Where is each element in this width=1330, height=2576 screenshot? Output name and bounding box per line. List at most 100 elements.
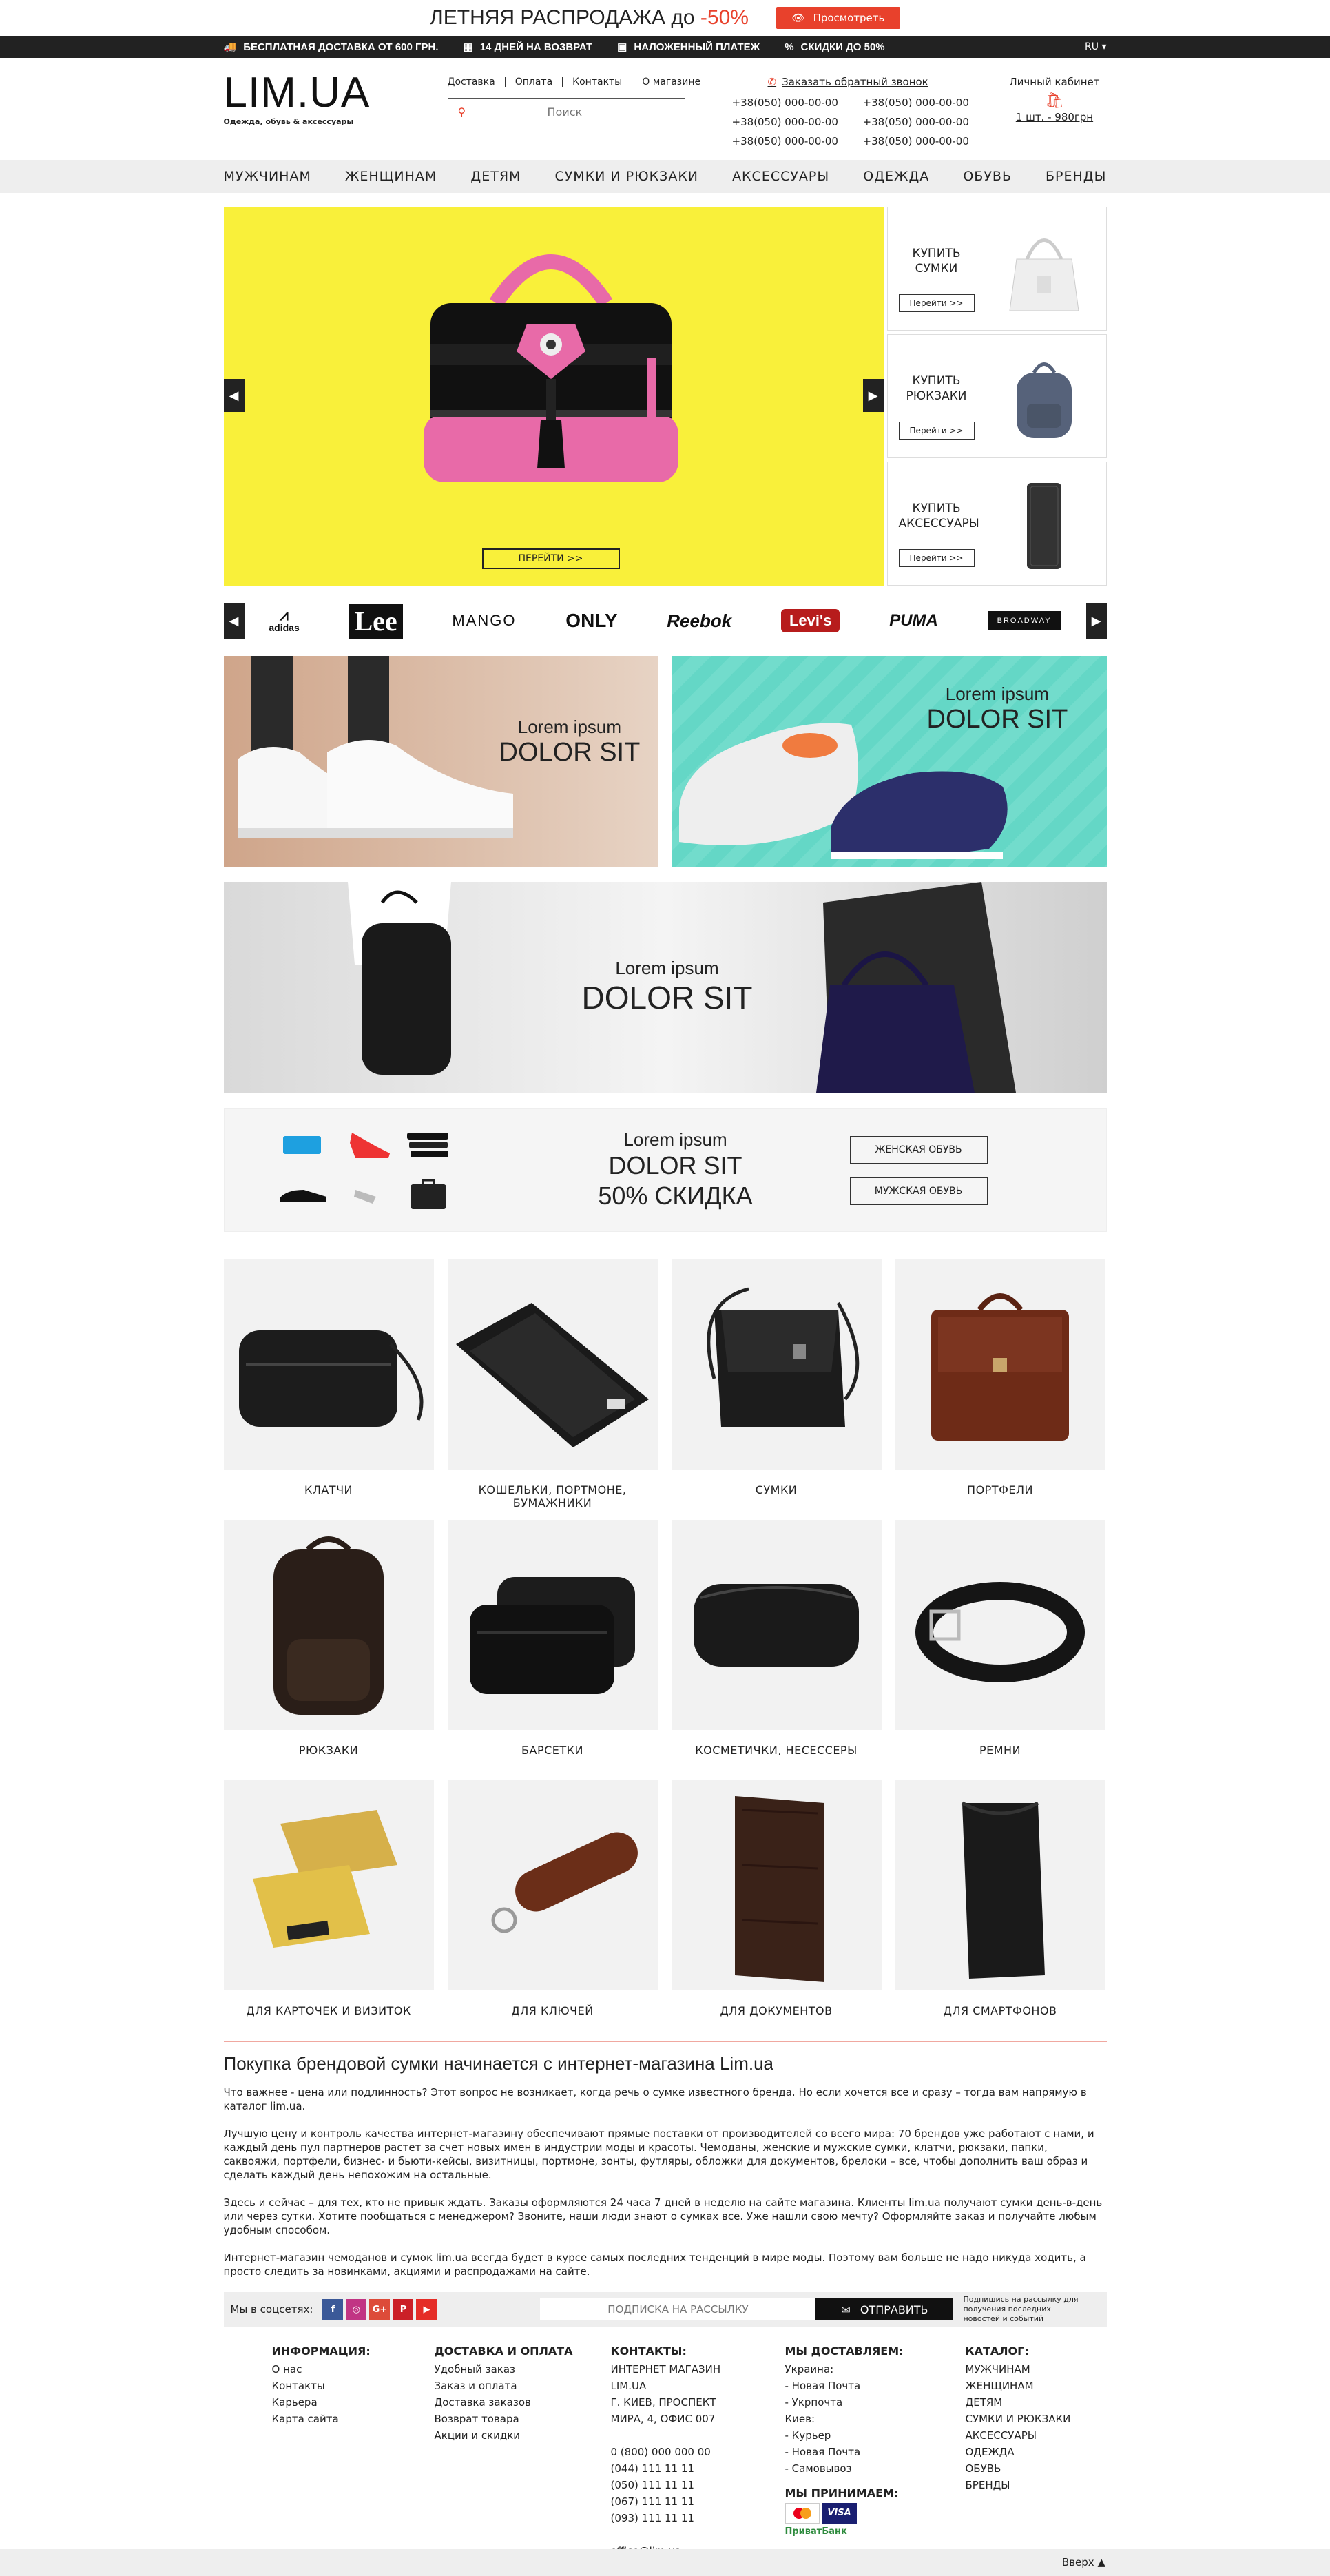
hero-go-button[interactable]: ПЕРЕЙТИ >>: [481, 548, 620, 569]
contact-phone[interactable]: 0 (800) 000 000 00: [611, 2444, 785, 2460]
hero-prev-arrow[interactable]: ◀: [223, 379, 245, 412]
brand-levis[interactable]: Levi's: [780, 609, 840, 632]
category-clutches[interactable]: КЛАТЧИ: [223, 1259, 434, 1520]
brands-next-arrow[interactable]: ▶: [1085, 603, 1107, 639]
category-purses[interactable]: БАРСЕТКИ: [447, 1520, 658, 1780]
footer-link[interactable]: ОДЕЖДА: [966, 2444, 1103, 2460]
nav-kids[interactable]: ДЕТЯМ: [470, 169, 521, 184]
phone-number[interactable]: +38(050) 000-00-00: [732, 116, 863, 128]
footer-link[interactable]: Акции и скидки: [435, 2427, 611, 2444]
footer-link[interactable]: СУМКИ И РЮКЗАКИ: [966, 2411, 1103, 2427]
nav-men[interactable]: МУЖЧИНАМ: [224, 169, 311, 184]
contact-phone[interactable]: (044) 111 11 11: [611, 2460, 785, 2477]
footer-link[interactable]: Удобный заказ: [435, 2361, 611, 2378]
men-shoes-button[interactable]: МУЖСКАЯ ОБУВЬ: [849, 1177, 988, 1205]
phone-number[interactable]: +38(050) 000-00-00: [863, 116, 994, 128]
hero-next-arrow[interactable]: ▶: [862, 379, 884, 412]
pinterest-icon[interactable]: P: [393, 2299, 414, 2320]
footer-link[interactable]: О нас: [272, 2361, 435, 2378]
brand-lee[interactable]: Lee: [349, 603, 403, 639]
info-item-return: ▦ 14 ДНЕЙ НА ВОЗВРАТ: [463, 41, 593, 54]
brand-adidas[interactable]: ⩘ adidas: [269, 608, 299, 634]
footer-link[interactable]: Доставка заказов: [435, 2394, 611, 2411]
footer-link[interactable]: ОБУВЬ: [966, 2460, 1103, 2477]
brand-broadway[interactable]: BROADWAY: [987, 611, 1061, 630]
promo-text: ЛЕТНЯЯ РАСПРОДАЖА до -50%: [430, 6, 749, 29]
phone-number[interactable]: +38(050) 000-00-00: [863, 135, 994, 147]
phone-number[interactable]: +38(050) 000-00-00: [732, 96, 863, 109]
phone-number[interactable]: +38(050) 000-00-00: [732, 135, 863, 147]
google-plus-icon[interactable]: G+: [369, 2299, 391, 2320]
newsletter-email-input[interactable]: [540, 2298, 816, 2320]
info-item-discount: % СКИДКИ ДО 50%: [785, 41, 885, 53]
search-icon[interactable]: ⚲: [458, 105, 466, 119]
ship-line: - Курьер: [785, 2429, 831, 2442]
language-select[interactable]: RU ▾: [1085, 41, 1106, 52]
footer-link[interactable]: Заказ и оплата: [435, 2378, 611, 2394]
nav-accessories[interactable]: АКСЕССУАРЫ: [732, 169, 829, 184]
brand-carousel: ◀ ⩘ adidas Lee MANGO ONLY Reebok Levi's P…: [223, 601, 1107, 641]
category-card-holders[interactable]: ДЛЯ КАРТОЧЕК И ВИЗИТОК: [223, 1780, 434, 2041]
callback-link[interactable]: ✆ Заказать обратный звонок: [768, 76, 928, 88]
nav-women[interactable]: ЖЕНЩИНАМ: [345, 169, 437, 184]
top-nav-contacts[interactable]: Контакты: [562, 77, 632, 87]
side-promo-accessories[interactable]: КУПИТЬ АКСЕССУАРЫ Перейти >>: [886, 462, 1107, 586]
footer-link[interactable]: БРЕНДЫ: [966, 2477, 1103, 2493]
women-shoes-button[interactable]: ЖЕНСКАЯ ОБУВЬ: [849, 1136, 988, 1164]
side-promo-backpacks[interactable]: КУПИТЬ РЮКЗАКИ Перейти >>: [886, 334, 1107, 458]
brand-only[interactable]: ONLY: [565, 610, 617, 632]
category-backpacks[interactable]: РЮКЗАКИ: [223, 1520, 434, 1780]
brand-mango[interactable]: MANGO: [452, 612, 516, 630]
footer-link[interactable]: Контакты: [272, 2378, 435, 2394]
banner-slipons[interactable]: Lorem ipsum DOLOR SIT: [672, 656, 1107, 867]
brand-reebok[interactable]: Reebok: [667, 610, 731, 632]
category-document-holders[interactable]: ДЛЯ ДОКУМЕНТОВ: [671, 1780, 882, 2041]
newsletter-send-button[interactable]: ✉ ОТПРАВИТЬ: [815, 2298, 954, 2320]
facebook-icon[interactable]: f: [322, 2299, 344, 2320]
contact-phone[interactable]: (050) 111 11 11: [611, 2477, 785, 2493]
account-link[interactable]: Личный кабинет: [1009, 76, 1099, 88]
footer-link[interactable]: Карта сайта: [272, 2411, 435, 2427]
category-briefcases[interactable]: ПОРТФЕЛИ: [895, 1259, 1105, 1520]
logo[interactable]: LIM.UA Одежда, обувь & аксессуары: [224, 72, 371, 127]
category-bags[interactable]: СУМКИ: [671, 1259, 882, 1520]
phone-number[interactable]: +38(050) 000-00-00: [863, 96, 994, 109]
side-promo-button[interactable]: Перейти >>: [898, 549, 975, 567]
search-input[interactable]: [466, 105, 664, 119]
side-promo-button[interactable]: Перейти >>: [898, 422, 975, 440]
nav-bags[interactable]: СУМКИ И РЮКЗАКИ: [554, 169, 698, 184]
nav-clothes[interactable]: ОДЕЖДА: [863, 169, 929, 184]
category-cosmetic-bags[interactable]: КОСМЕТИЧКИ, НЕСЕССЕРЫ: [671, 1520, 882, 1780]
nav-brands[interactable]: БРЕНДЫ: [1046, 169, 1106, 184]
side-promo-button[interactable]: Перейти >>: [898, 294, 975, 312]
brands-prev-arrow[interactable]: ◀: [223, 603, 245, 639]
side-promo-bags[interactable]: КУПИТЬ СУМКИ Перейти >>: [886, 207, 1107, 331]
footer-link[interactable]: ДЕТЯМ: [966, 2394, 1103, 2411]
category-belts[interactable]: РЕМНИ: [895, 1520, 1105, 1780]
hero-slide[interactable]: ПЕРЕЙТИ >>: [223, 207, 884, 586]
contact-phone[interactable]: (093) 111 11 11: [611, 2510, 785, 2526]
footer-link[interactable]: МУЖЧИНАМ: [966, 2361, 1103, 2378]
banner-sneakers[interactable]: Lorem ipsum DOLOR SIT: [223, 656, 658, 867]
category-wallets[interactable]: КОШЕЛЬКИ, ПОРТМОНЕ, БУМАЖНИКИ: [447, 1259, 658, 1520]
footer-heading: ДОСТАВКА И ОПЛАТА: [434, 2345, 573, 2358]
footer-link[interactable]: АКСЕССУАРЫ: [966, 2427, 1103, 2444]
contact-phone[interactable]: (067) 111 11 11: [611, 2493, 785, 2510]
top-nav-about[interactable]: О магазине: [632, 77, 710, 87]
cart-summary[interactable]: 1 шт. - 980грн: [1009, 111, 1099, 123]
category-phone-cases[interactable]: ДЛЯ СМАРТФОНОВ: [895, 1780, 1105, 2041]
category-key-holders[interactable]: ДЛЯ КЛЮЧЕЙ: [447, 1780, 658, 2041]
nav-shoes[interactable]: ОБУВЬ: [963, 169, 1012, 184]
scroll-top-button[interactable]: Вверх ▲: [1062, 2556, 1105, 2568]
footer-link[interactable]: Карьера: [272, 2394, 435, 2411]
instagram-icon[interactable]: ◎: [346, 2299, 367, 2320]
footer-link[interactable]: Возврат товара: [435, 2411, 611, 2427]
top-nav-payment[interactable]: Оплата: [504, 77, 562, 87]
youtube-icon[interactable]: ▶: [416, 2299, 437, 2320]
footer-link[interactable]: ЖЕНЩИНАМ: [966, 2378, 1103, 2394]
cart-icon[interactable]: 🛍: [1009, 92, 1099, 110]
banner-backpacks[interactable]: Lorem ipsum DOLOR SIT: [223, 882, 1107, 1093]
brand-puma[interactable]: PUMA: [889, 611, 938, 630]
top-nav-delivery[interactable]: Доставка: [448, 77, 505, 87]
promo-view-button[interactable]: 👁 Просмотреть: [776, 7, 900, 29]
